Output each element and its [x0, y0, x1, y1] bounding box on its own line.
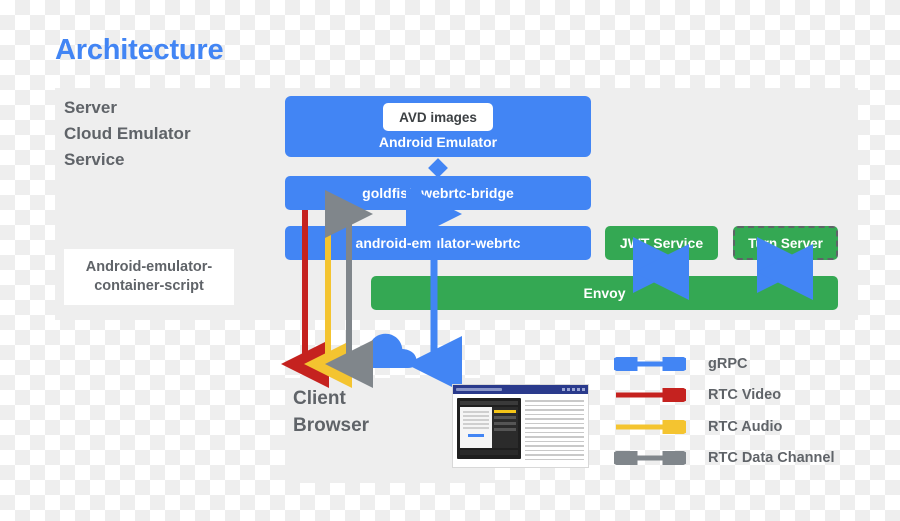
- avd-images-box: AVD images: [383, 103, 493, 131]
- page-title: Architecture: [55, 34, 224, 66]
- server-label-line3: Service: [64, 150, 125, 169]
- server-label-line2: Cloud Emulator: [64, 124, 191, 143]
- server-panel-label: Server Cloud Emulator Service: [64, 95, 254, 173]
- thumbnail-emulator-view: [457, 398, 521, 459]
- legend-label-grpc: gRPC: [708, 355, 748, 372]
- cloud-icon: [358, 333, 417, 368]
- thumbnail-body: [453, 394, 588, 467]
- server-label-line1: Server: [64, 98, 117, 117]
- thumbnail-titlebar: [453, 385, 588, 394]
- rtc-video-legend-arrow-icon: [616, 388, 686, 403]
- grpc-legend-arrow-icon: [614, 356, 686, 371]
- client-browser-screenshot-thumbnail: [452, 384, 589, 468]
- legend-item-grpc: gRPC: [614, 348, 884, 380]
- rtc-data-channel-legend-arrow-icon: [614, 451, 686, 466]
- architecture-diagram: Architecture Server Cloud Emulator Servi…: [0, 0, 900, 521]
- client-label-line2: Browser: [293, 415, 370, 436]
- thumbnail-text-column: [525, 398, 584, 463]
- android-emulator-container-script-box: Android-emulator- container-script: [64, 249, 234, 305]
- legend-item-rtc-video: RTC Video: [614, 380, 884, 412]
- container-script-line2: container-script: [94, 278, 204, 294]
- legend-item-rtc-audio: RTC Audio: [614, 411, 884, 443]
- thumbnail-window-controls: [562, 388, 585, 391]
- thumbnail-title-text: [456, 388, 502, 391]
- android-emulator-label: Android Emulator: [378, 134, 498, 150]
- legend-label-rtc-audio: RTC Audio: [708, 418, 783, 435]
- legend-item-rtc-data-channel: RTC Data Channel: [614, 443, 884, 475]
- android-emulator-webrtc-box: android-emulator-webrtc: [285, 226, 591, 260]
- legend-label-rtc-data-channel: RTC Data Channel: [708, 450, 835, 467]
- goldfish-webrtc-bridge-box: goldfish-webrtc-bridge: [285, 176, 591, 210]
- envoy-box: Envoy: [371, 276, 838, 310]
- jwt-service-box: JWT Service: [605, 226, 718, 260]
- container-script-line1: Android-emulator-: [85, 259, 213, 275]
- turn-server-box: Turn Server: [733, 226, 838, 260]
- legend: gRPC RTC Video RTC Audio RTC Data Channe…: [614, 348, 884, 474]
- client-label-line1: Client: [293, 388, 346, 409]
- legend-label-rtc-video: RTC Video: [708, 387, 782, 404]
- rtc-audio-legend-arrow-icon: [616, 419, 686, 434]
- android-emulator-box: AVD images Android Emulator: [285, 96, 591, 157]
- client-browser-label: Client Browser: [293, 385, 423, 439]
